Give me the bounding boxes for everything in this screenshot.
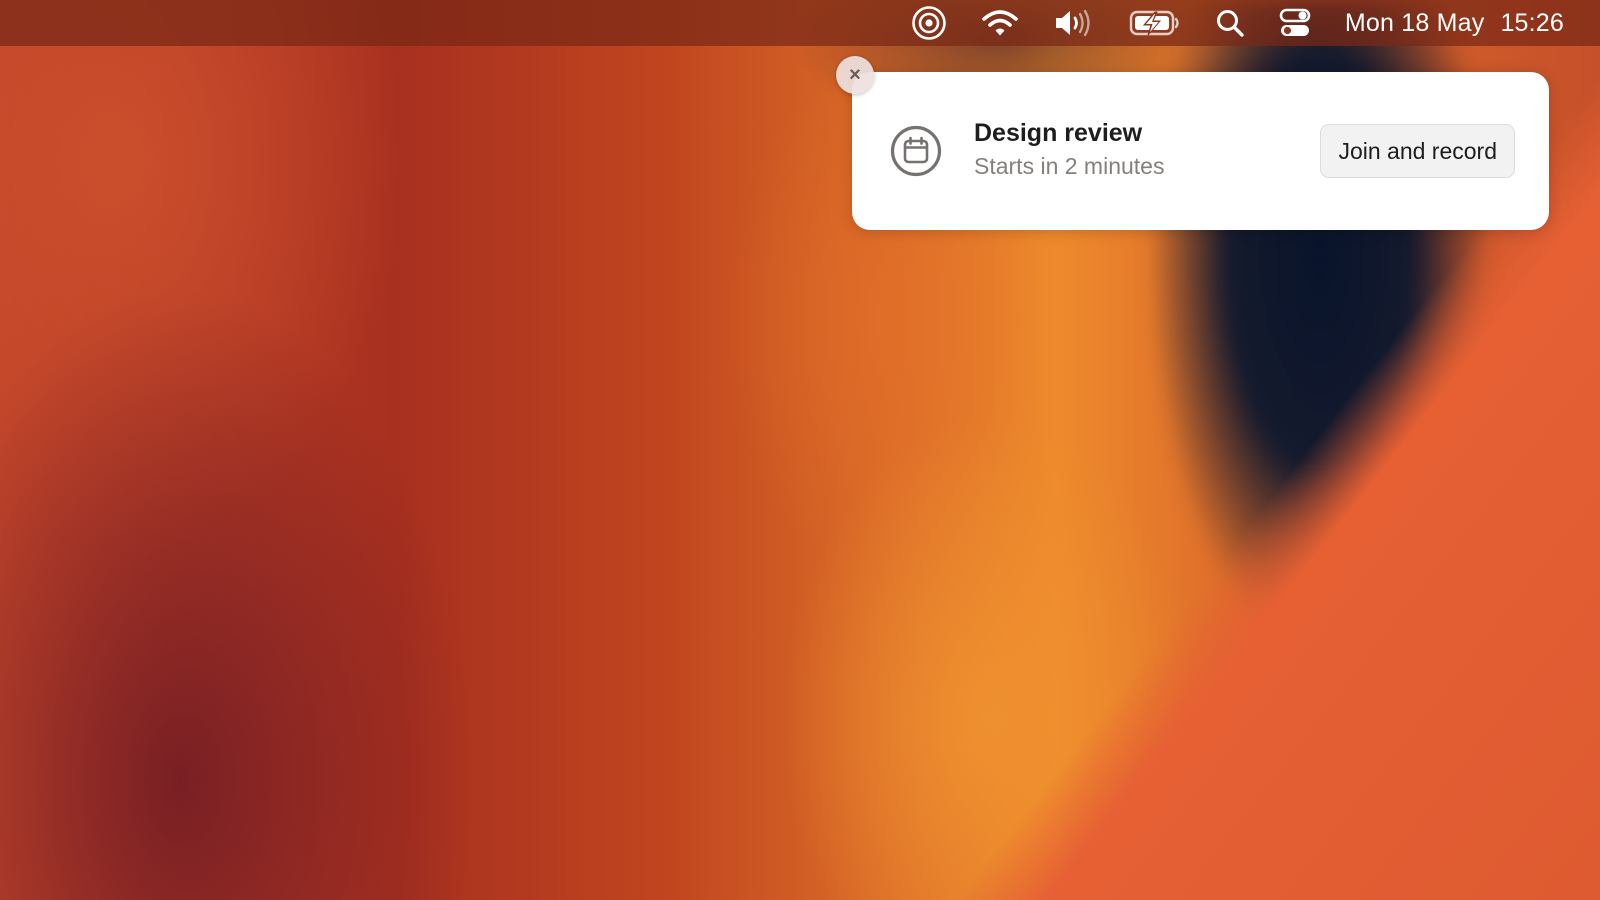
join-and-record-button[interactable]: Join and record [1320, 124, 1515, 178]
focus-target-icon[interactable] [911, 0, 947, 46]
search-icon[interactable] [1215, 0, 1245, 46]
menu-bar-status-area: Mon 18 May 15:26 [911, 0, 1564, 46]
volume-icon[interactable] [1053, 0, 1095, 46]
close-icon: × [849, 64, 861, 86]
menu-bar-time: 15:26 [1500, 8, 1564, 37]
menu-bar-clock[interactable]: Mon 18 May 15:26 [1345, 9, 1564, 38]
control-center-icon[interactable] [1279, 0, 1311, 46]
menu-bar-date: Mon 18 May [1344, 8, 1485, 37]
calendar-icon [890, 125, 942, 177]
wifi-icon[interactable] [981, 0, 1019, 46]
battery-charging-icon[interactable] [1129, 0, 1181, 46]
notification-close-button[interactable]: × [836, 56, 874, 94]
desktop: Mon 18 May 15:26 Design review Starts in… [0, 0, 1600, 900]
notification-title: Design review [974, 119, 1143, 147]
notification-subtitle: Starts in 2 minutes [974, 153, 1165, 179]
notification-text: Design review Starts in 2 minutes [974, 118, 1164, 181]
meeting-notification[interactable]: Design review Starts in 2 minutes Join a… [852, 72, 1549, 230]
menu-bar: Mon 18 May 15:26 [0, 0, 1600, 46]
